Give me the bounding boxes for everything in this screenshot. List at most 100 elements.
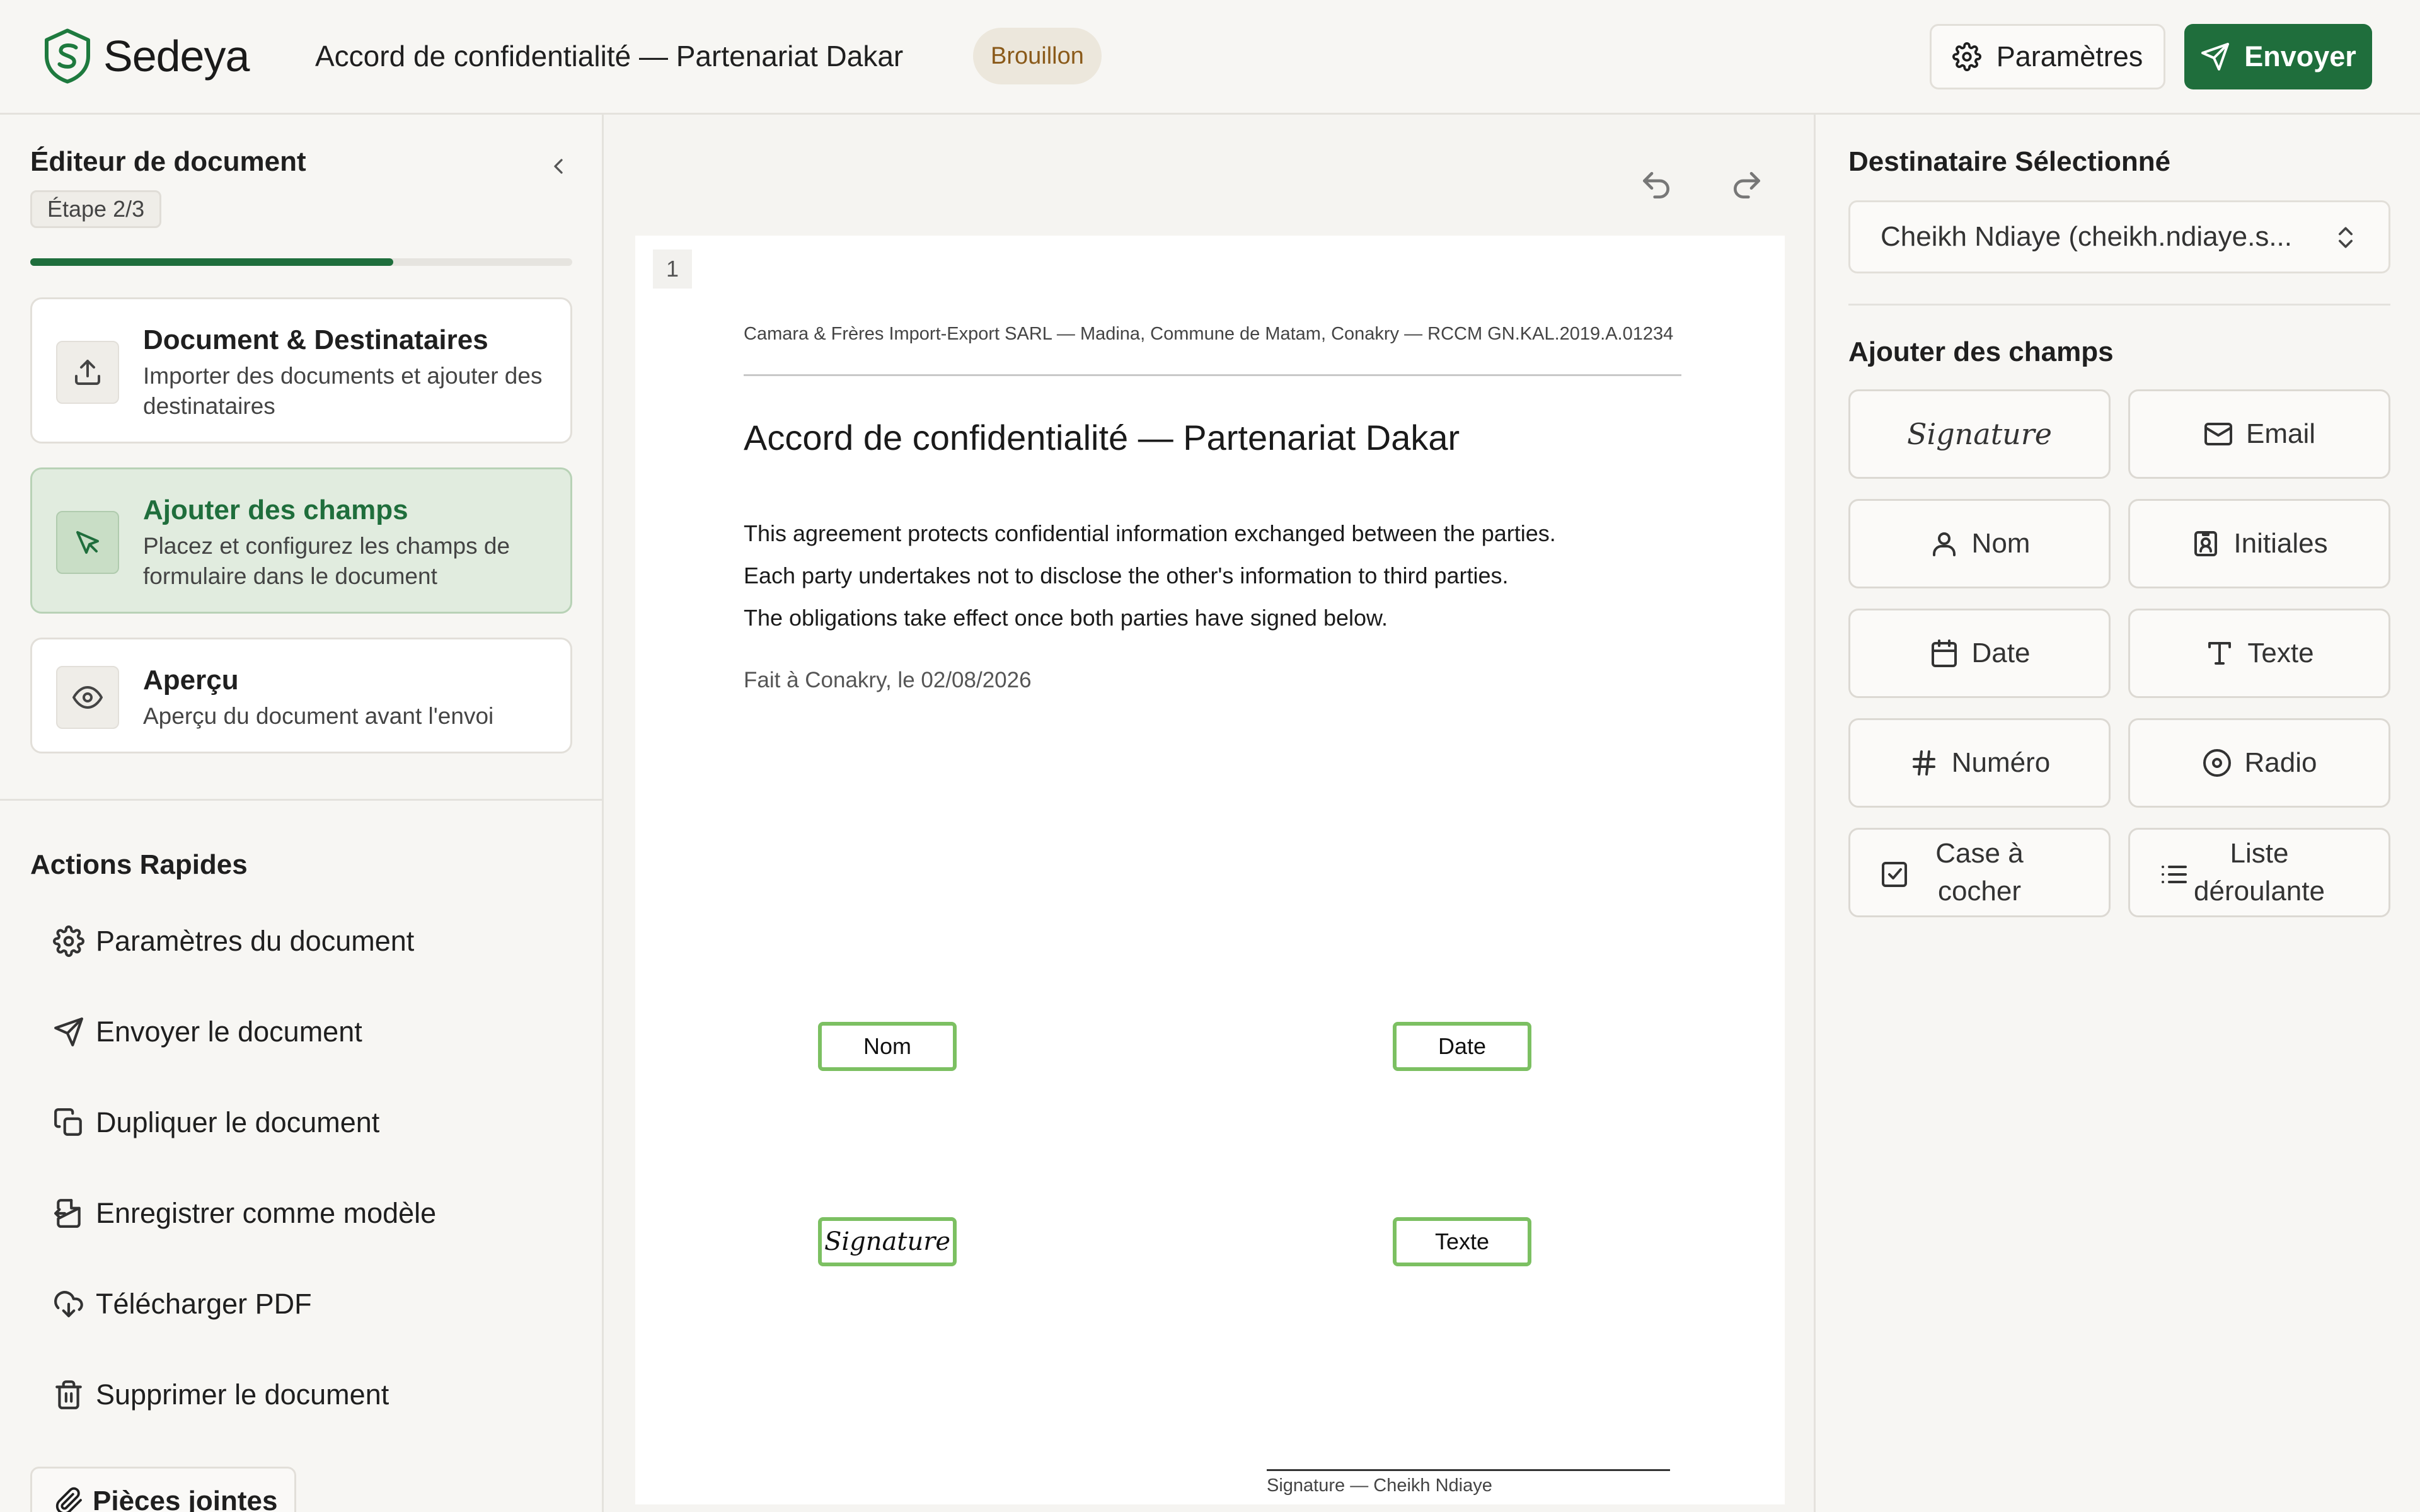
- add-name-field-button[interactable]: Nom: [1848, 499, 2111, 588]
- add-number-field-button[interactable]: Numéro: [1848, 718, 2111, 808]
- send-icon: [54, 1017, 83, 1046]
- text-icon: [2208, 642, 2232, 665]
- field-button-label: Email: [2245, 418, 2316, 449]
- eye-icon: [56, 666, 119, 729]
- list-icon: [2162, 866, 2187, 883]
- send-button[interactable]: Envoyer: [2184, 24, 2372, 89]
- copy-icon: [54, 1108, 82, 1136]
- mail-icon: [2204, 423, 2232, 445]
- editor-title: Éditeur de document: [30, 146, 306, 177]
- add-radio-field-button[interactable]: Radio: [2128, 718, 2390, 808]
- step-add-fields[interactable]: Ajouter des champs Placez et configurez …: [30, 467, 572, 614]
- step-title: Aperçu: [143, 665, 239, 696]
- add-dropdown-field-button[interactable]: Liste déroulante: [2128, 828, 2390, 917]
- radio-icon: [2203, 749, 2231, 777]
- quick-action-label: Envoyer le document: [96, 1016, 362, 1048]
- field-button-label: Numéro: [1951, 747, 2051, 778]
- add-initials-field-button[interactable]: Initiales: [2128, 499, 2390, 588]
- quick-action-label: Dupliquer le document: [96, 1106, 380, 1138]
- field-button-label: Texte: [2247, 638, 2314, 668]
- settings-label: Paramètres: [1996, 40, 2143, 72]
- add-text-field-button[interactable]: Texte: [2128, 609, 2390, 698]
- company-header: Camara & Frères Import-Export SARL — Mad…: [744, 324, 1674, 344]
- recipient-title: Destinataire Sélectionné: [1848, 146, 2171, 177]
- cloud-download-icon: [54, 1291, 83, 1317]
- hash-icon: [1912, 750, 1935, 776]
- upload-icon: [56, 341, 119, 404]
- field-text[interactable]: Texte: [1393, 1217, 1531, 1266]
- header-rule: [744, 374, 1681, 376]
- quick-actions-title: Actions Rapides: [30, 849, 248, 880]
- calendar-icon: [1931, 639, 1957, 667]
- step-description: Placez et configurez les champs de formu…: [143, 533, 510, 589]
- recipient-select[interactable]: Cheikh Ndiaye (cheikh.ndiaye.s...: [1848, 200, 2390, 273]
- signature-caption: Signature — Cheikh Ndiaye: [1267, 1475, 1492, 1496]
- quick-action-label: Enregistrer comme modèle: [96, 1197, 437, 1229]
- add-email-field-button[interactable]: Email: [2128, 389, 2390, 479]
- quick-action-delete-document[interactable]: Supprimer le document: [30, 1363, 572, 1426]
- quick-action-send-document[interactable]: Envoyer le document: [30, 1000, 572, 1063]
- field-name[interactable]: Nom: [818, 1022, 957, 1071]
- redo-icon[interactable]: [1729, 168, 1765, 203]
- app-name: Sedeya: [103, 32, 250, 81]
- field-date[interactable]: Date: [1393, 1022, 1531, 1071]
- sedeya-logo-icon: [45, 28, 90, 84]
- send-label: Envoyer: [2244, 40, 2356, 72]
- top-bar: Sedeya Accord de confidentialité — Parte…: [0, 0, 2420, 115]
- page-number: 1: [653, 249, 692, 289]
- field-button-label: Liste déroulante: [2194, 838, 2325, 907]
- step-title: Document & Destinataires: [143, 324, 488, 355]
- field-button-label: Date: [1971, 638, 2031, 668]
- field-button-label: Case à cocher: [1935, 838, 2024, 907]
- document-heading: Accord de confidentialité — Partenariat …: [744, 418, 1460, 457]
- user-icon: [1932, 532, 1956, 556]
- document-title: Accord de confidentialité — Partenariat …: [315, 40, 904, 72]
- field-button-label: Initiales: [2233, 528, 2328, 559]
- logo[interactable]: Sedeya: [43, 28, 250, 84]
- quick-action-document-settings[interactable]: Paramètres du document: [30, 910, 572, 973]
- quick-action-save-template[interactable]: Enregistrer comme modèle: [30, 1182, 572, 1245]
- cursor-icon: [56, 511, 119, 574]
- quick-action-download-pdf[interactable]: Télécharger PDF: [30, 1273, 572, 1336]
- right-panel: Destinataire Sélectionné Cheikh Ndiaye (…: [1814, 115, 2420, 1512]
- chevron-up-down-icon: [2339, 227, 2353, 248]
- recipient-value: Cheikh Ndiaye (cheikh.ndiaye.s...: [1881, 221, 2292, 252]
- step-indicator: Étape 2/3: [30, 190, 162, 228]
- field-button-label: Radio: [2244, 747, 2317, 778]
- undo-icon[interactable]: [1639, 168, 1674, 203]
- quick-action-duplicate-document[interactable]: Dupliquer le document: [30, 1091, 572, 1154]
- document-page[interactable]: 1 Camara & Frères Import-Export SARL — M…: [635, 236, 1785, 1504]
- document-paragraph: This agreement protects confidential inf…: [744, 520, 1556, 546]
- add-fields-title: Ajouter des champs: [1848, 336, 2114, 367]
- add-signature-field-button[interactable]: Signature: [1848, 389, 2111, 479]
- settings-button[interactable]: Paramètres: [1930, 24, 2165, 89]
- quick-action-label: Paramètres du document: [96, 925, 415, 957]
- progress-fill: [30, 258, 394, 266]
- attachments-button[interactable]: Pièces jointes: [30, 1467, 296, 1512]
- send-icon: [2201, 43, 2230, 71]
- document-paragraph: The obligations take effect once both pa…: [744, 605, 1388, 631]
- field-button-label: Signature: [1906, 417, 2053, 451]
- field-signature[interactable]: Signature: [818, 1217, 957, 1266]
- add-date-field-button[interactable]: Date: [1848, 609, 2111, 698]
- status-badge: Brouillon: [973, 28, 1102, 84]
- step-preview[interactable]: Aperçu Aperçu du document avant l'envoi: [30, 638, 572, 753]
- quick-action-label: Supprimer le document: [96, 1378, 389, 1411]
- trash-icon: [55, 1380, 82, 1409]
- step-title: Ajouter des champs: [143, 495, 408, 525]
- step-document-recipients[interactable]: Document & Destinataires Importer des do…: [30, 297, 572, 444]
- gear-icon: [1952, 42, 1981, 71]
- add-checkbox-field-button[interactable]: Case à cocher: [1848, 828, 2111, 917]
- id-badge-icon: [2194, 531, 2218, 556]
- gear-icon: [53, 925, 84, 957]
- attachments-label: Pièces jointes: [93, 1486, 278, 1512]
- template-icon: [54, 1199, 81, 1228]
- field-button-label: Nom: [1971, 528, 2031, 559]
- checkbox-icon: [1882, 862, 1907, 887]
- chevron-left-icon[interactable]: [546, 154, 571, 179]
- document-paragraph: Each party undertakes not to disclose th…: [744, 563, 1509, 588]
- divider: [0, 799, 604, 801]
- quick-action-label: Télécharger PDF: [96, 1288, 312, 1320]
- progress-bar: [30, 258, 572, 266]
- step-description: Importer des documents et ajouter des de…: [143, 363, 543, 419]
